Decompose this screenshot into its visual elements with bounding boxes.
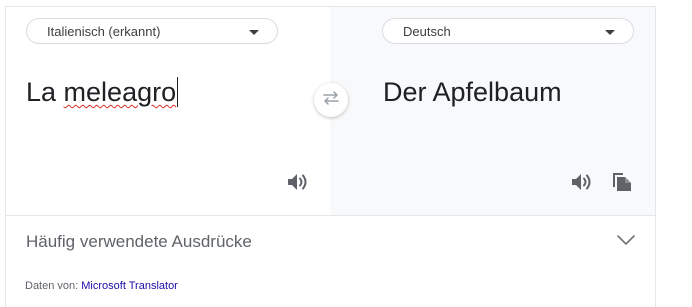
common-phrases-toggle[interactable]: Häufig verwendete Ausdrücke — [26, 232, 252, 252]
copy-icon — [611, 171, 633, 198]
target-language-label: Deutsch — [403, 23, 451, 39]
speaker-icon — [571, 172, 593, 197]
text-cursor — [177, 77, 179, 107]
source-text-misspelled-word: meleagro — [63, 77, 177, 107]
listen-source-button[interactable] — [285, 171, 311, 197]
attribution: Daten von: Microsoft Translator — [25, 280, 178, 292]
translation-output: Der Apfelbaum — [383, 77, 562, 107]
expand-phrases-button[interactable] — [615, 233, 637, 251]
chevron-down-icon — [617, 233, 635, 251]
translator-card: Italienisch (erkannt) Deutsch La meleagr… — [5, 6, 656, 307]
source-text-prefix: La — [26, 77, 64, 107]
target-language-select[interactable]: Deutsch — [382, 18, 634, 44]
caret-down-icon — [249, 30, 259, 35]
copy-translation-button[interactable] — [609, 171, 635, 197]
divider — [6, 215, 655, 216]
source-language-label: Italienisch (erkannt) — [47, 23, 161, 39]
swap-arrows-icon — [322, 90, 340, 110]
source-text-input[interactable]: La meleagro — [26, 77, 179, 108]
caret-down-icon — [605, 30, 615, 35]
swap-languages-button[interactable] — [314, 83, 348, 117]
speaker-icon — [287, 172, 309, 197]
microsoft-translator-link[interactable]: Microsoft Translator — [81, 280, 178, 292]
attribution-prefix: Daten von: — [25, 280, 82, 292]
source-language-select[interactable]: Italienisch (erkannt) — [26, 18, 278, 44]
listen-translation-button[interactable] — [569, 171, 595, 197]
